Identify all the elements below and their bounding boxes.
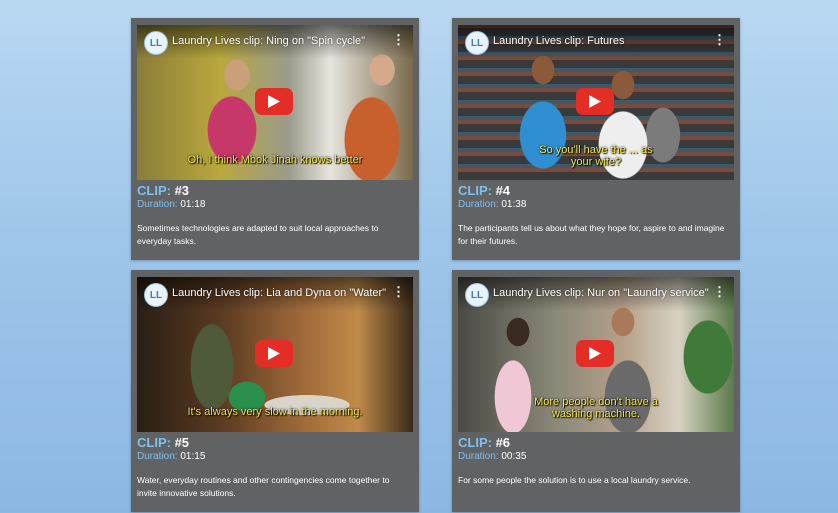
more-options-icon[interactable]: ⋮ [713, 285, 726, 298]
video-subtitle: So you'll have the ... as your wife? [539, 144, 653, 168]
video-subtitle: It's always very slow in the morning. [187, 406, 363, 418]
clip-duration: Duration: 01:38 [458, 199, 526, 210]
clip-label: CLIP: [137, 435, 171, 450]
clip-number: CLIP: #3 [137, 183, 189, 198]
clip-number-value: #5 [174, 435, 190, 450]
clip-duration: Duration: 01:15 [137, 451, 205, 462]
video-embed[interactable]: LL Laundry Lives clip: Lia and Dyna on "… [137, 277, 413, 432]
video-embed[interactable]: LL Laundry Lives clip: Nur on "Laundry s… [458, 277, 734, 432]
channel-logo-icon[interactable]: LL [144, 283, 168, 307]
more-options-icon[interactable]: ⋮ [392, 285, 405, 298]
video-embed[interactable]: LL Laundry Lives clip: Ning on "Spin cyc… [137, 25, 413, 180]
video-title[interactable]: Laundry Lives clip: Ning on "Spin cycle" [172, 35, 389, 47]
clip-description: The participants tell us about what they… [458, 223, 725, 246]
video-subtitle: Oh, I think Mbok Jinah knows better [187, 154, 363, 166]
clip-card-5: LL Laundry Lives clip: Lia and Dyna on "… [131, 270, 419, 512]
clip-number-value: #6 [495, 435, 511, 450]
video-title[interactable]: Laundry Lives clip: Lia and Dyna on "Wat… [172, 287, 389, 299]
clip-number-value: #3 [174, 183, 190, 198]
clip-duration: Duration: 00:35 [458, 451, 526, 462]
play-button-icon[interactable] [255, 340, 293, 367]
clip-label: CLIP: [458, 435, 492, 450]
clip-number: CLIP: #4 [458, 183, 510, 198]
duration-value: 01:18 [180, 199, 206, 210]
clip-label: CLIP: [458, 183, 492, 198]
duration-label: Duration: [458, 451, 499, 462]
clip-number: CLIP: #5 [137, 435, 189, 450]
clip-number-value: #4 [495, 183, 511, 198]
clip-description: Water, everyday routines and other conti… [137, 475, 390, 498]
duration-value: 00:35 [501, 451, 527, 462]
clip-label: CLIP: [137, 183, 171, 198]
video-subtitle: More people don't have a washing machine… [534, 396, 658, 420]
channel-logo-icon[interactable]: LL [465, 283, 489, 307]
video-title[interactable]: Laundry Lives clip: Futures [493, 35, 710, 47]
clip-card-6: LL Laundry Lives clip: Nur on "Laundry s… [452, 270, 740, 512]
channel-logo-icon[interactable]: LL [465, 31, 489, 55]
more-options-icon[interactable]: ⋮ [392, 33, 405, 46]
clip-description: For some people the solution is to use a… [458, 475, 691, 485]
video-title[interactable]: Laundry Lives clip: Nur on "Laundry serv… [493, 287, 710, 299]
more-options-icon[interactable]: ⋮ [713, 33, 726, 46]
clip-description: Sometimes technologies are adapted to su… [137, 223, 379, 246]
duration-label: Duration: [458, 199, 499, 210]
channel-logo-icon[interactable]: LL [144, 31, 168, 55]
duration-label: Duration: [137, 199, 178, 210]
duration-label: Duration: [137, 451, 178, 462]
clip-number: CLIP: #6 [458, 435, 510, 450]
video-embed[interactable]: LL Laundry Lives clip: Futures ⋮ So you'… [458, 25, 734, 180]
play-button-icon[interactable] [576, 340, 614, 367]
clip-card-3: LL Laundry Lives clip: Ning on "Spin cyc… [131, 18, 419, 260]
play-button-icon[interactable] [576, 88, 614, 115]
clip-duration: Duration: 01:18 [137, 199, 205, 210]
duration-value: 01:38 [501, 199, 527, 210]
play-button-icon[interactable] [255, 88, 293, 115]
duration-value: 01:15 [180, 451, 206, 462]
clip-card-4: LL Laundry Lives clip: Futures ⋮ So you'… [452, 18, 740, 260]
